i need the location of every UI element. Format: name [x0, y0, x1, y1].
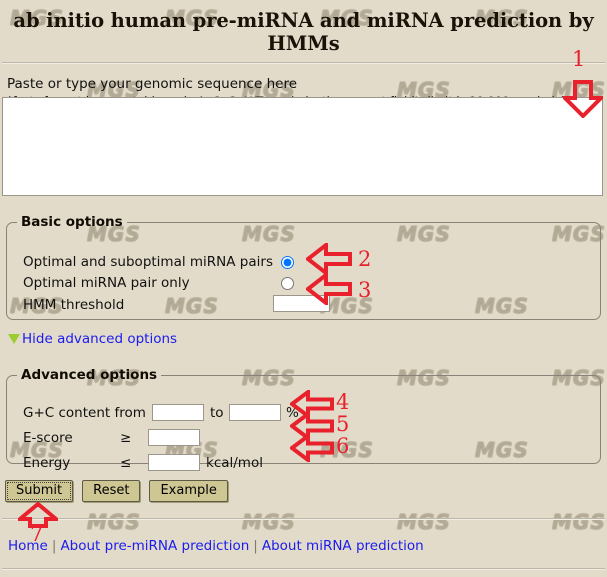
- annotation-arrow-7: [18, 502, 58, 528]
- advanced-options-legend: Advanced options: [21, 367, 158, 383]
- energy-unit-text: kcal/mol: [206, 455, 263, 471]
- hmm-threshold-label: HMM threshold: [23, 297, 124, 313]
- gc-content-to-input[interactable]: [229, 404, 281, 421]
- gc-content-to-label: to: [210, 405, 224, 421]
- gc-content-label-text: G+C content from: [23, 405, 146, 421]
- advanced-options-toggle-link[interactable]: Hide advanced options: [22, 331, 177, 347]
- gc-content-to-label-text: to: [210, 405, 224, 421]
- radio-label-text-1: Optimal miRNA pair only: [23, 275, 190, 291]
- radio-label-optimal-suboptimal: Optimal and suboptimal miRNA pairs: [23, 254, 273, 270]
- footer-separator-1: |: [51, 538, 57, 554]
- sequence-label: Paste or type your genomic sequence here: [7, 76, 297, 92]
- energy-operator: ≤: [120, 455, 131, 471]
- energy-input[interactable]: [148, 454, 200, 471]
- energy-operator-text: ≤: [120, 455, 132, 471]
- triangle-down-icon: [8, 334, 20, 344]
- basic-options-legend: Basic options: [21, 214, 123, 230]
- radio-label-text-0: Optimal and suboptimal miRNA pairs: [23, 254, 273, 270]
- e-score-input[interactable]: [148, 429, 200, 446]
- submit-button[interactable]: Submit: [5, 480, 74, 502]
- footer-separator-2: |: [253, 538, 258, 554]
- form-buttons: Submit Reset Example: [5, 480, 228, 502]
- reset-button[interactable]: Reset: [82, 480, 141, 502]
- e-score-label-text: E-score: [23, 430, 73, 446]
- e-score-label: E-score: [23, 430, 73, 446]
- radio-optimal-only[interactable]: [281, 277, 294, 290]
- footer-link-home[interactable]: Home: [8, 538, 48, 554]
- footer-link-about-pre-mirna[interactable]: About pre-miRNA prediction: [60, 538, 249, 554]
- gc-content-label: G+C content from: [23, 405, 146, 421]
- energy-unit: kcal/mol: [206, 455, 263, 471]
- gc-content-unit-text: %: [286, 405, 299, 421]
- gc-content-from-input[interactable]: [152, 404, 204, 421]
- energy-label-text: Energy: [23, 455, 71, 471]
- e-score-operator: ≥: [120, 430, 131, 446]
- page-root: ab initio human pre-miRNA and miRNA pred…: [0, 0, 607, 577]
- sequence-textarea[interactable]: [2, 97, 603, 196]
- hmm-threshold-label-text: HMM threshold: [23, 297, 125, 313]
- header-divider: [2, 62, 605, 64]
- energy-label: Energy: [23, 455, 70, 471]
- footer-links: Home | About pre-miRNA prediction | About mi…: [8, 538, 424, 554]
- advanced-options-toggle[interactable]: Hide advanced options: [8, 331, 177, 347]
- radio-optimal-and-suboptimal[interactable]: [281, 256, 294, 269]
- basic-options-fieldset: Basic options Optimal and suboptimal miR…: [6, 214, 601, 320]
- page-title: ab initio human pre-miRNA and miRNA pred…: [13, 9, 594, 55]
- advanced-options-fieldset: Advanced options G+C content from to % E…: [6, 367, 601, 471]
- footer-divider-bottom: [2, 568, 605, 570]
- gc-content-unit: %: [286, 405, 299, 421]
- e-score-operator-text: ≥: [120, 430, 132, 446]
- hmm-threshold-input[interactable]: [273, 295, 330, 312]
- footer-divider-top: [2, 518, 605, 520]
- footer-link-about-mirna[interactable]: About miRNA prediction: [262, 538, 424, 554]
- example-button[interactable]: Example: [149, 480, 228, 502]
- radio-label-optimal-only: Optimal miRNA pair only: [23, 275, 190, 291]
